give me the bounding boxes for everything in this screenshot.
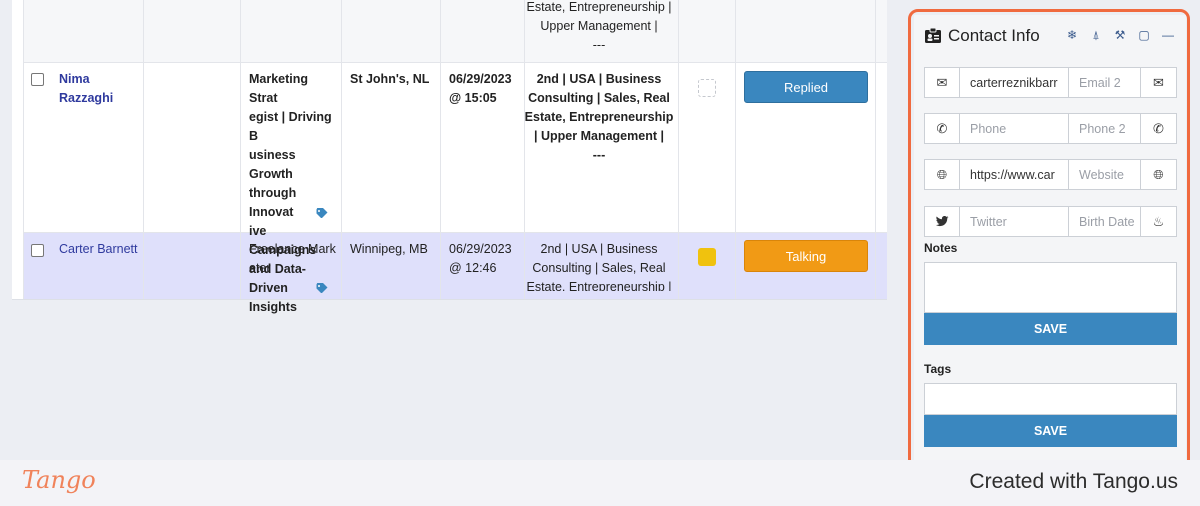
flag-toggle[interactable] <box>698 248 716 266</box>
date-line: @ 15:05 <box>449 91 497 105</box>
headline-line: egist | Driving B <box>249 110 332 143</box>
headline-line: Insights <box>249 300 297 314</box>
industry-line: | Upper Management | <box>534 129 664 143</box>
industry-line: Consulting | Sales, Real <box>528 91 670 105</box>
row-select-checkbox[interactable] <box>31 73 44 86</box>
contact-name-line[interactable]: Razzaghi <box>59 89 113 108</box>
status-button-talking[interactable]: Talking <box>744 240 868 272</box>
contact-name-line[interactable]: Carter Barnett <box>59 240 138 259</box>
column-divider <box>735 0 736 299</box>
column-divider <box>875 0 876 299</box>
tag-icon[interactable] <box>316 283 328 293</box>
tango-logo: Tango <box>22 466 96 494</box>
industry-line: Estate, Entrepreneurship | <box>526 280 672 291</box>
tag-icon[interactable] <box>316 208 328 218</box>
column-divider <box>341 0 342 299</box>
industry-line: --- <box>592 148 606 162</box>
industry-line: --- <box>592 38 606 52</box>
industry-line: 2nd | USA | Business <box>536 72 662 86</box>
location-cell: Winnipeg, MB <box>350 242 428 256</box>
industry-line: Estate, Entrepreneurship | <box>526 0 672 14</box>
date-line: 06/29/2023 <box>449 242 512 256</box>
date-line: @ 12:46 <box>449 261 497 275</box>
location-cell: St John's, NL <box>350 72 430 86</box>
contact-name-link[interactable]: Nima Razzaghi <box>59 70 113 108</box>
row-select-checkbox[interactable] <box>31 244 44 257</box>
column-divider <box>143 0 144 299</box>
headline-line: Marketing Strat <box>249 72 309 105</box>
headline-line: usiness Growth <box>249 148 296 181</box>
headline-line: eter <box>249 261 271 275</box>
industry-line: 2nd | USA | Business <box>540 242 658 256</box>
status-button-replied[interactable]: Replied <box>744 71 868 103</box>
contact-name-line[interactable]: Nima <box>59 70 113 89</box>
column-divider <box>240 0 241 299</box>
table-row <box>24 0 887 62</box>
highlight-outline <box>908 9 1190 480</box>
headline-line: Freelance Mark <box>249 242 336 256</box>
industry-cell: Estate, Entrepreneurship | Upper Managem… <box>522 0 676 55</box>
date-cell: 06/29/2023 @ 15:05 <box>449 70 512 108</box>
headline-cell: Freelance Mark eter <box>249 240 337 278</box>
flag-toggle[interactable] <box>698 79 716 97</box>
industry-cell: 2nd | USA | Business Consulting | Sales,… <box>522 240 676 291</box>
column-divider <box>678 0 679 299</box>
column-divider <box>23 0 24 299</box>
industry-line: Estate, Entrepreneurship <box>524 110 674 124</box>
date-cell: 06/29/2023 @ 12:46 <box>449 240 512 278</box>
industry-line: Consulting | Sales, Real <box>532 261 666 275</box>
industry-cell: 2nd | USA | Business Consulting | Sales,… <box>522 70 676 165</box>
tango-credit: Created with Tango.us <box>969 470 1178 493</box>
date-line: 06/29/2023 <box>449 72 512 86</box>
industry-line: Upper Management | <box>540 19 658 33</box>
headline-cell: Marketing Strat egist | Driving B usines… <box>249 70 337 317</box>
contact-name-link[interactable]: Carter Barnett <box>59 240 138 259</box>
column-divider <box>440 0 441 299</box>
